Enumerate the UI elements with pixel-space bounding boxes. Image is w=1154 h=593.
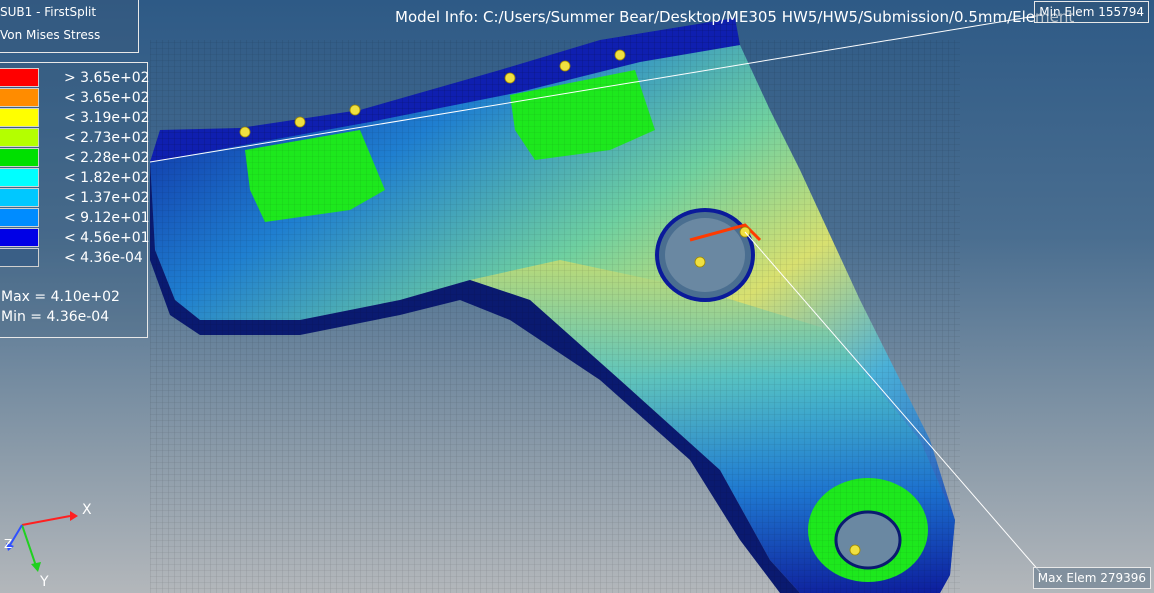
- legend-swatch: [0, 88, 39, 107]
- legend-min-value: Min = 4.36e-04: [1, 309, 110, 325]
- model-info-text: Model Info: C:/Users/Summer Bear/Desktop…: [395, 8, 1075, 26]
- max-elem-tag[interactable]: Max Elem 279396: [1032, 567, 1151, 589]
- bottom-hole: [834, 510, 902, 570]
- triad-x-label: X: [82, 502, 92, 518]
- legend-swatch: [0, 68, 39, 87]
- triad-z-label: Z: [4, 537, 12, 551]
- legend-swatch: [0, 128, 39, 147]
- legend-swatch: [0, 208, 39, 227]
- legend-swatch: [0, 168, 39, 187]
- legend-label: < 1.82e+02: [64, 170, 150, 186]
- coordinate-triad: X Y Z: [4, 502, 92, 590]
- triad-y-label: Y: [39, 574, 49, 590]
- min-elem-tag[interactable]: Min Elem 155794: [1034, 1, 1149, 23]
- legend-swatch: [0, 188, 39, 207]
- legend-label: < 9.12e+01: [64, 210, 150, 226]
- legend-label: < 2.28e+02: [64, 150, 150, 166]
- legend-swatch: [0, 248, 39, 267]
- legend-label: < 1.37e+02: [64, 190, 150, 206]
- legend-swatch: [0, 148, 39, 167]
- result-type: Von Mises Stress: [0, 28, 101, 42]
- fe-model-render[interactable]: X Y Z: [0, 0, 1154, 593]
- legend-label: < 4.36e-04: [64, 250, 143, 266]
- legend-swatch: [0, 108, 39, 127]
- contour-legend[interactable]: > 3.65e+02 < 3.65e+02 < 3.19e+02 < 2.73e+02…: [0, 62, 150, 338]
- legend-max-value: Max = 4.10e+02: [1, 289, 120, 305]
- legend-label: < 3.19e+02: [64, 110, 150, 126]
- legend-label: < 2.73e+02: [64, 130, 150, 146]
- legend-label: < 3.65e+02: [64, 90, 150, 106]
- graphics-viewport[interactable]: X Y Z SUB1 - FirstSplit Von Mises Stress…: [0, 0, 1154, 593]
- legend-label: > 3.65e+02: [64, 70, 150, 86]
- subcase-name: SUB1 - FirstSplit: [0, 5, 97, 19]
- legend-label: < 4.56e+01: [64, 230, 150, 246]
- subcase-title-box: SUB1 - FirstSplit Von Mises Stress: [0, 0, 139, 53]
- legend-swatch: [0, 228, 39, 247]
